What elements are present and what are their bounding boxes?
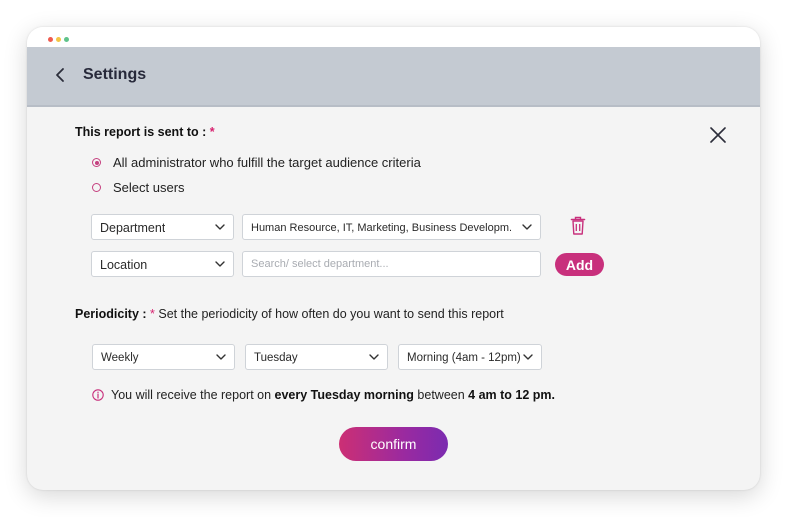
chevron-left-icon[interactable] bbox=[51, 65, 71, 85]
info-text: You will receive the report on every Tue… bbox=[111, 388, 555, 402]
radio-button[interactable] bbox=[92, 183, 101, 192]
time-select[interactable]: Morning (4am - 12pm) bbox=[398, 344, 542, 370]
select-value: Location bbox=[100, 258, 148, 272]
chevron-down-icon bbox=[216, 354, 226, 360]
info-prefix: You will receive the report on bbox=[111, 388, 275, 402]
department-values-select[interactable]: Human Resource, IT, Marketing, Business … bbox=[242, 214, 541, 240]
required-mark: * bbox=[150, 307, 155, 321]
frequency-select[interactable]: Weekly bbox=[92, 344, 235, 370]
maximize-dot[interactable] bbox=[64, 37, 69, 42]
chevron-down-icon bbox=[522, 224, 532, 230]
close-dot[interactable] bbox=[48, 37, 53, 42]
department-field-select[interactable]: Department bbox=[91, 214, 234, 240]
select-value: Tuesday bbox=[254, 352, 298, 364]
radio-label: Select users bbox=[113, 180, 185, 195]
trash-icon[interactable] bbox=[570, 216, 586, 236]
schedule-info-note: You will receive the report on every Tue… bbox=[92, 388, 555, 402]
radio-label: All administrator who fulfill the target… bbox=[113, 155, 421, 170]
periodicity-description: Set the periodicity of how often do you … bbox=[158, 307, 504, 321]
info-time-range: 4 am to 12 pm. bbox=[468, 388, 555, 402]
confirm-button[interactable]: confirm bbox=[339, 427, 448, 461]
close-icon[interactable] bbox=[708, 125, 728, 145]
day-select[interactable]: Tuesday bbox=[245, 344, 388, 370]
window-titlebar bbox=[27, 27, 760, 47]
info-schedule: every Tuesday morning bbox=[274, 388, 414, 402]
info-icon bbox=[92, 389, 104, 401]
chevron-down-icon bbox=[369, 354, 379, 360]
radio-select-users[interactable]: Select users bbox=[92, 180, 185, 195]
chevron-down-icon bbox=[523, 354, 533, 360]
chevron-down-icon bbox=[215, 261, 225, 267]
select-value: Weekly bbox=[101, 352, 139, 364]
radio-all-administrators[interactable]: All administrator who fulfill the target… bbox=[92, 155, 421, 170]
info-middle: between bbox=[413, 388, 469, 402]
minimize-dot[interactable] bbox=[56, 37, 61, 42]
chevron-down-icon bbox=[215, 224, 225, 230]
select-value: Morning (4am - 12pm) bbox=[407, 352, 521, 364]
periodicity-label: Periodicity : bbox=[75, 307, 147, 321]
department-search-input[interactable] bbox=[242, 251, 541, 277]
page-title: Settings bbox=[83, 66, 147, 83]
recipients-label-text: This report is sent to : bbox=[75, 125, 207, 139]
settings-header: Settings bbox=[27, 47, 760, 107]
recipients-label: This report is sent to : * bbox=[75, 125, 215, 139]
required-mark: * bbox=[209, 125, 215, 139]
periodicity-row: Periodicity : * Set the periodicity of h… bbox=[75, 307, 504, 321]
select-value: Human Resource, IT, Marketing, Business … bbox=[251, 222, 511, 234]
select-value: Department bbox=[100, 221, 166, 235]
add-button[interactable]: Add bbox=[555, 253, 604, 276]
location-field-select[interactable]: Location bbox=[91, 251, 234, 277]
radio-button-checked[interactable] bbox=[92, 158, 101, 167]
settings-window: Settings This report is sent to : * All … bbox=[27, 27, 760, 490]
